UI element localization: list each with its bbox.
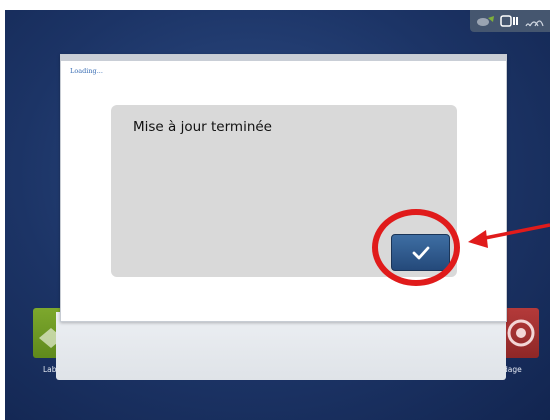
wireless-signal-icon[interactable] [524, 13, 544, 29]
app-right-icon [507, 319, 535, 347]
dialog-footer-panel [56, 312, 506, 380]
checkmark-icon [412, 246, 429, 259]
display-icon[interactable] [500, 13, 520, 29]
gps-receiver-icon[interactable] [476, 13, 496, 29]
ok-button[interactable] [391, 234, 450, 271]
dialog-header-strip [61, 55, 506, 61]
app-label-left: Lab [43, 365, 57, 374]
status-bar [470, 10, 550, 32]
message-box: Mise à jour terminée [111, 105, 457, 277]
screen: Lab dage Loading... Mise à jour terminée [0, 0, 550, 420]
update-dialog: Loading... Mise à jour terminée [60, 54, 507, 322]
update-complete-message: Mise à jour terminée [133, 119, 272, 135]
app-tile-right[interactable] [503, 308, 539, 358]
loading-text: Loading... [70, 67, 103, 75]
